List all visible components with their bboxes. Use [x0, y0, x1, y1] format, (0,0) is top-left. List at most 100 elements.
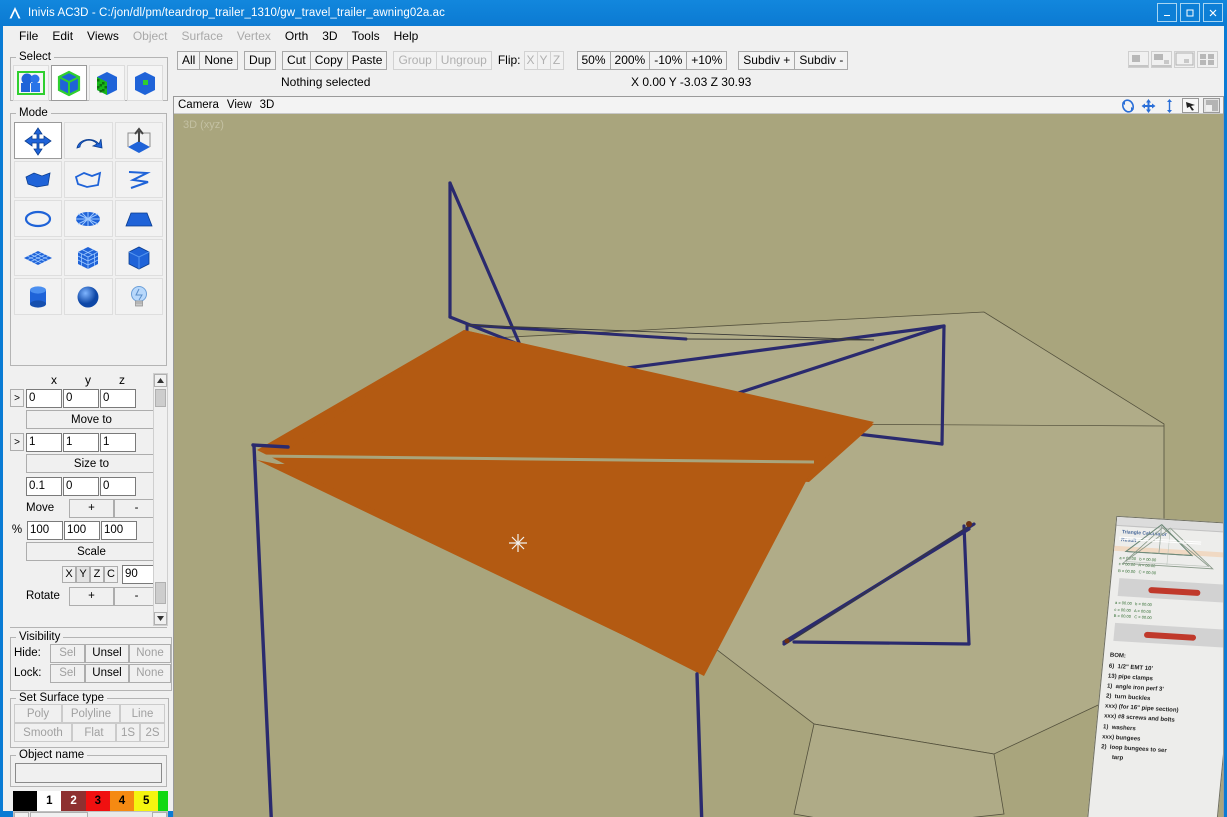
close-button[interactable]	[1203, 3, 1223, 22]
size-to-x-input[interactable]: 1	[26, 432, 62, 452]
cut-button[interactable]: Cut	[282, 50, 311, 70]
move-by-y-input[interactable]: 0	[63, 476, 99, 496]
layout-three-icon[interactable]	[1174, 51, 1195, 68]
move-to-expander[interactable]: >	[10, 389, 24, 407]
scroll-down-button[interactable]	[154, 612, 167, 625]
palette-swatch-0[interactable]	[13, 791, 38, 811]
hide-unsel-button[interactable]: Unsel	[85, 643, 129, 663]
move-to-button[interactable]: Move to	[26, 410, 157, 429]
select-surface-icon[interactable]	[89, 65, 125, 101]
extrude-tool-icon[interactable]	[114, 122, 163, 159]
light-bulb-icon[interactable]	[114, 278, 163, 315]
cube-icon[interactable]	[114, 239, 163, 276]
menu-3d[interactable]: 3D	[315, 28, 344, 44]
palette-scroll-left-button[interactable]: ◄	[14, 812, 29, 817]
palette-scroll-right-button[interactable]: ►	[152, 812, 167, 817]
axis-header-y: y	[85, 372, 91, 387]
paste-button[interactable]: Paste	[346, 50, 388, 70]
ungroup-button: Ungroup	[435, 50, 492, 70]
viewport-3d-menu[interactable]: 3D	[260, 99, 275, 111]
rotate-axis-c-button[interactable]: C	[104, 565, 118, 583]
subdivided-cube-icon[interactable]	[64, 239, 113, 276]
pan-icon[interactable]	[1140, 98, 1157, 113]
surface-flat-button: Flat	[72, 723, 116, 742]
rotate-axis-z-button[interactable]: Z	[90, 565, 104, 583]
scale-y-input[interactable]: 100	[64, 520, 100, 540]
palette-scrollbar[interactable]: ◄ ►	[13, 811, 168, 817]
doc-text-2: a = 00.00 b = 00.00 c = 00.00 A = 00.00 B …	[1113, 600, 1153, 621]
scale-button[interactable]: Scale	[26, 542, 157, 561]
select-object-icon[interactable]	[51, 65, 87, 101]
zoom-vertical-icon[interactable]	[1161, 98, 1178, 113]
menu-views[interactable]: Views	[80, 28, 126, 44]
pointer-icon[interactable]	[1182, 98, 1199, 113]
menu-edit[interactable]: Edit	[45, 28, 80, 44]
rotate-axis-y-button[interactable]: Y	[76, 565, 90, 583]
3d-viewport-canvas[interactable]: 3D (xyz) Triangle Calculator Result a = …	[174, 114, 1223, 817]
zoom-minus-10-button[interactable]: -10%	[649, 50, 688, 70]
subdiv-minus-button[interactable]: Subdiv -	[794, 50, 849, 70]
maximize-button[interactable]	[1180, 3, 1200, 22]
size-to-y-input[interactable]: 1	[63, 432, 99, 452]
subdiv-plus-button[interactable]: Subdiv +	[738, 50, 796, 70]
zoom-50-button[interactable]: 50%	[576, 50, 611, 70]
scroll-thumb-top[interactable]	[155, 389, 166, 407]
menu-orth[interactable]: Orth	[278, 28, 315, 44]
rotate-tool-icon[interactable]	[64, 122, 113, 159]
plane-icon[interactable]	[114, 200, 163, 237]
disc-segment-icon[interactable]	[64, 200, 113, 237]
palette-scroll-thumb[interactable]	[30, 812, 88, 817]
palette-swatch-6[interactable]	[158, 791, 168, 811]
layout-two-icon[interactable]	[1151, 51, 1172, 68]
duplicate-button[interactable]: Dup	[244, 50, 277, 70]
size-to-z-input[interactable]: 1	[100, 432, 136, 452]
select-none-button[interactable]: None	[199, 50, 239, 70]
cylinder-icon[interactable]	[14, 278, 63, 315]
grid-plane-icon[interactable]	[14, 239, 63, 276]
move-to-y-input[interactable]: 0	[63, 388, 99, 408]
layout-four-icon[interactable]	[1197, 51, 1218, 68]
move-plus-button[interactable]: +	[69, 498, 114, 518]
move-tool-icon[interactable]	[14, 122, 63, 159]
polygon-outline-icon[interactable]	[64, 161, 113, 198]
rotate-plus-button[interactable]: +	[69, 586, 114, 606]
menu-file[interactable]: File	[12, 28, 45, 44]
palette-swatch-2[interactable]: 2	[61, 791, 86, 811]
viewport-view-menu[interactable]: View	[227, 99, 252, 111]
orbit-icon[interactable]	[1119, 98, 1136, 113]
copy-button[interactable]: Copy	[309, 50, 348, 70]
lock-unsel-button[interactable]: Unsel	[85, 663, 129, 683]
scale-z-input[interactable]: 100	[101, 520, 137, 540]
scroll-thumb[interactable]	[155, 582, 166, 604]
select-vertex-icon[interactable]	[127, 65, 163, 101]
move-by-x-input[interactable]: 0.1	[26, 476, 62, 496]
zoom-plus-10-button[interactable]: +10%	[686, 50, 728, 70]
scroll-up-button[interactable]	[154, 374, 167, 387]
size-to-button[interactable]: Size to	[26, 454, 157, 473]
object-name-input[interactable]	[15, 763, 162, 783]
move-to-x-input[interactable]: 0	[26, 388, 62, 408]
polyline-icon[interactable]	[114, 161, 163, 198]
move-by-z-input[interactable]: 0	[100, 476, 136, 496]
palette-swatch-5[interactable]: 5	[134, 791, 159, 811]
transform-scrollbar[interactable]	[153, 373, 168, 626]
palette-swatch-4[interactable]: 4	[109, 791, 135, 811]
menu-help[interactable]: Help	[387, 28, 426, 44]
palette-swatch-3[interactable]: 3	[85, 791, 110, 811]
menu-tools[interactable]: Tools	[345, 28, 387, 44]
select-group-icon[interactable]	[13, 65, 49, 101]
render-mode-icon[interactable]	[1203, 98, 1220, 113]
rotate-axis-x-button[interactable]: X	[62, 565, 76, 583]
palette-swatch-1[interactable]: 1	[37, 791, 62, 811]
layout-single-icon[interactable]	[1128, 51, 1149, 68]
minimize-button[interactable]	[1157, 3, 1177, 22]
sphere-icon[interactable]	[64, 278, 113, 315]
zoom-200-button[interactable]: 200%	[609, 50, 651, 70]
scale-x-input[interactable]: 100	[27, 520, 63, 540]
size-to-expander[interactable]: >	[10, 433, 24, 451]
disc-outline-icon[interactable]	[14, 200, 63, 237]
polygon-fill-icon[interactable]	[14, 161, 63, 198]
move-to-z-input[interactable]: 0	[100, 388, 136, 408]
select-all-button[interactable]: All	[177, 50, 201, 70]
viewport-camera-menu[interactable]: Camera	[178, 99, 219, 111]
